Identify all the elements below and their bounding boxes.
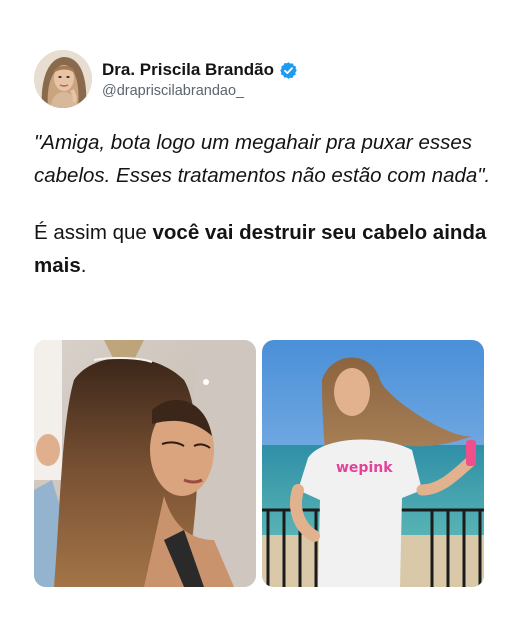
display-name[interactable]: Dra. Priscila Brandão — [102, 60, 274, 80]
tweet-quote: "Amiga, bota logo um megahair pra puxar … — [34, 131, 491, 187]
statement-start: É assim que — [34, 221, 153, 244]
photo-hair-extension[interactable] — [34, 340, 256, 587]
photo-balcony[interactable]: wepink — [262, 340, 484, 587]
tweet-body: "Amiga, bota logo um megahair pra puxar … — [34, 126, 494, 282]
tweet-header: Dra. Priscila Brandão @drapriscilabranda… — [34, 50, 298, 108]
statement-end: . — [80, 254, 87, 277]
tweet-media: wepink — [34, 340, 484, 587]
tweet-statement: É assim que você vai destruir seu cabelo… — [34, 216, 494, 282]
avatar[interactable] — [34, 50, 92, 108]
shirt-text: wepink — [336, 460, 393, 476]
verified-badge-icon — [279, 61, 298, 80]
handle[interactable]: @drapriscilabrandao_ — [102, 83, 298, 99]
